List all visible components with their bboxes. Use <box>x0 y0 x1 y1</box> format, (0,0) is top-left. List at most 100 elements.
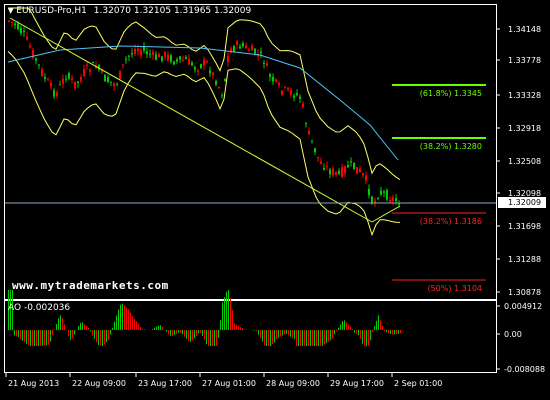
ao-bar <box>284 330 285 335</box>
ao-bar <box>126 307 127 330</box>
ao-bar <box>238 325 239 330</box>
candle-body <box>275 79 277 82</box>
candle-body <box>206 61 208 63</box>
candle-body <box>347 164 349 168</box>
ao-bar <box>274 330 275 343</box>
ao-bar <box>164 329 165 330</box>
ao-bar <box>306 330 307 346</box>
candle-body <box>281 90 283 95</box>
ao-bar <box>314 330 315 346</box>
ao-bar <box>48 330 49 345</box>
candle-body <box>152 51 154 55</box>
candle-body <box>131 52 133 55</box>
ao-bar <box>372 330 373 332</box>
ao-bar <box>18 330 19 338</box>
ao-bar <box>114 321 115 330</box>
fib-level-label: (38.2%) 1.3186 <box>420 217 482 226</box>
ao-bar <box>318 330 319 346</box>
ao-bar <box>376 320 377 330</box>
ao-bar <box>332 330 333 339</box>
candle-body <box>224 78 226 82</box>
ao-bar <box>348 324 349 330</box>
fib-level-label: (61.8%) 1.3345 <box>420 89 482 98</box>
ao-bar <box>118 309 119 330</box>
ao-bar <box>94 330 95 339</box>
candle-body <box>116 83 118 85</box>
ao-bar <box>218 330 219 338</box>
candle-body <box>14 23 16 26</box>
ao-bar <box>56 323 57 330</box>
candle-body <box>296 93 298 96</box>
ao-bar <box>160 325 161 330</box>
candle-body <box>143 46 145 51</box>
candle-body <box>68 73 70 79</box>
ao-bar <box>168 330 169 335</box>
ao-bar <box>106 330 107 343</box>
candle-body <box>161 56 163 61</box>
candle-body <box>50 82 52 87</box>
candle-body <box>158 54 160 58</box>
ao-bar <box>224 297 225 330</box>
ao-bar <box>308 330 309 346</box>
candle-body <box>44 77 46 80</box>
ao-bar <box>34 330 35 346</box>
ao-bar <box>366 330 367 346</box>
candle-body <box>35 58 37 61</box>
ao-bar <box>102 330 103 346</box>
ao-bar <box>110 330 111 335</box>
ao-bar <box>36 330 37 346</box>
ao-bar <box>260 330 261 339</box>
ao-bar <box>60 315 61 330</box>
candle-body <box>77 81 79 83</box>
candle-body <box>86 64 88 67</box>
fib-level-label: (38.2%) 1.3280 <box>420 142 482 151</box>
candle-body <box>155 54 157 60</box>
ao-bar <box>330 330 331 341</box>
ao-bar <box>122 303 123 330</box>
fib-level-label: (50%) 1.3104 <box>427 284 482 293</box>
ao-bar <box>222 302 223 330</box>
candle-body <box>11 21 13 23</box>
ao-bar <box>198 330 199 334</box>
watermark: www.mytrademarkets.com <box>12 279 169 292</box>
candle-body <box>173 61 175 65</box>
ao-bar <box>206 330 207 345</box>
candle-body <box>38 64 40 66</box>
candle-body <box>104 74 106 82</box>
collapse-triangle-icon[interactable]: ▼ <box>8 7 13 15</box>
ao-bar <box>64 324 65 330</box>
time-tick-label: 28 Aug 09:00 <box>266 379 320 388</box>
ao-bar <box>320 330 321 346</box>
price-tick-label: 1.30878 <box>508 288 541 297</box>
ao-bar <box>140 327 141 330</box>
bollinger-upper <box>8 7 401 181</box>
chart-canvas[interactable]: (61.8%) 1.3345 (38.2%) 1.3280 (38.2%) 1.31… <box>0 0 550 400</box>
ao-bar <box>328 330 329 342</box>
ao-bar <box>124 305 125 330</box>
candle-body <box>317 156 319 158</box>
candle-body <box>140 50 142 55</box>
candle-body <box>395 198 397 201</box>
candle-body <box>8 20 10 22</box>
ao-bar <box>14 330 15 336</box>
ao-bar <box>228 290 229 330</box>
ao-bar <box>322 330 323 346</box>
ao-bar <box>352 328 353 330</box>
candle-body <box>242 43 244 47</box>
ao-bar <box>296 330 297 346</box>
price-tick-label: 1.32098 <box>508 189 541 198</box>
ao-bar <box>186 330 187 339</box>
ao-bar <box>338 327 339 330</box>
ao-bar <box>136 321 137 330</box>
candle-body <box>302 103 304 108</box>
candle-body <box>233 45 235 52</box>
ao-bar <box>176 330 177 334</box>
ao-bar <box>82 322 83 330</box>
indicator-label: AO -0.002036 <box>8 303 71 313</box>
ao-bar <box>400 330 401 334</box>
candle-body <box>350 161 352 163</box>
ao-bar <box>132 316 133 330</box>
ao-bar <box>72 330 73 339</box>
candle-body <box>65 78 67 80</box>
candle-body <box>236 41 238 45</box>
